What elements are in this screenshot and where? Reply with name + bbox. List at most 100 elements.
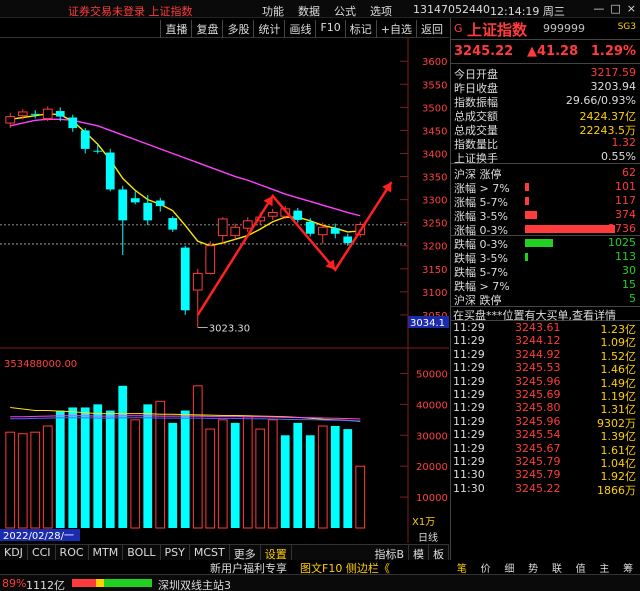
candle-body (330, 228, 340, 234)
volume-bar (267, 419, 278, 529)
tab-linked[interactable]: 联 (552, 560, 562, 575)
close-icon[interactable]: × (627, 2, 636, 15)
price-axis-label: 3450 (422, 126, 447, 137)
f10-button[interactable]: F10 (315, 20, 344, 38)
back-button[interactable]: 返回 (416, 20, 447, 38)
tab-trend[interactable]: 势 (528, 560, 538, 575)
tab-roc[interactable]: ROC (56, 545, 89, 560)
volume-bar (105, 410, 115, 528)
add-watchlist-button[interactable]: +自选 (375, 20, 416, 38)
current-price: 3245.22 (454, 44, 514, 59)
kline-chart[interactable]: 3600 3550 3500 3450 3400 3350 3300 3250 3200 3150… (0, 38, 449, 544)
stat-row: 今日开盘 3217.59 (454, 66, 636, 81)
tab-indicator-b[interactable]: 指标B (370, 545, 409, 561)
tab-more[interactable]: 更多 (230, 545, 261, 561)
tab-price[interactable]: 价 (481, 560, 491, 575)
replay-button[interactable]: 复盘 (191, 20, 222, 38)
tab-psy[interactable]: PSY (161, 545, 190, 560)
tab-kdj[interactable]: KDJ (0, 545, 28, 560)
tick-list: 11:29 3243.61 1.23亿 11:29 3244.12 1.09亿 11:2… (451, 321, 640, 497)
tab-value[interactable]: 值 (576, 560, 586, 575)
volume-axis-label: 50000 (416, 369, 448, 380)
candle-body (130, 198, 140, 203)
tab-settings[interactable]: 设置 (261, 545, 292, 561)
volume-bar (5, 431, 16, 529)
tab-ticks[interactable]: 笔 (457, 560, 467, 575)
big-order-alert[interactable]: 在买盘***位置有大买单,查看详情 (451, 306, 640, 322)
dist-row: 沪深 涨停 62 (454, 166, 636, 181)
candle-body (217, 218, 228, 237)
mark-button[interactable]: 标记 (344, 20, 376, 38)
volume-bar (217, 419, 228, 529)
date-label: 2022/02/28/一 (3, 531, 74, 542)
tab-template[interactable]: 模 (409, 545, 429, 561)
group-flag: G (454, 22, 463, 35)
maximize-icon[interactable]: □ (610, 2, 620, 15)
period-label[interactable]: 日线 (418, 531, 438, 544)
distribution-block: 沪深 涨停 62 涨幅 > 7% 101 涨幅 5-7% 117 涨幅 3-5% 374… (451, 164, 640, 307)
volume-bar (17, 433, 28, 529)
volume-bar (330, 426, 340, 528)
volume-bar (118, 385, 128, 528)
candle-body (118, 189, 128, 221)
tab-mcst[interactable]: MCST (190, 545, 230, 560)
volume-bar (168, 422, 178, 528)
volume-bar (293, 422, 303, 528)
tick-row: 11:29 3245.69 1.19亿 (453, 387, 636, 403)
volume-bar (355, 465, 366, 529)
dist-row: 涨幅 5-7% 117 (454, 194, 636, 209)
volume-axis-label: 10000 (416, 493, 448, 504)
menu-item-function[interactable]: 功能 (262, 3, 284, 19)
quote-header: G 上证指数 999999 SG3 (451, 18, 640, 40)
draw-line-button[interactable]: 画线 (284, 20, 315, 38)
tab-cci[interactable]: CCI (28, 545, 56, 560)
volume-bar (343, 429, 353, 528)
price-axis-label: 3550 (422, 80, 447, 91)
dist-bar (525, 197, 529, 205)
stat-row: 上证换手 0.55% (451, 150, 640, 165)
menu-item-options[interactable]: 选项 (370, 3, 392, 19)
statistics-button[interactable]: 统计 (253, 20, 284, 38)
candle-body (305, 221, 315, 234)
candle-body (155, 200, 165, 207)
candle-body (293, 210, 303, 220)
volume-bar (180, 410, 190, 528)
menu-item-layout[interactable]: 数据 (298, 3, 320, 19)
multi-stock-button[interactable]: 多股 (222, 20, 253, 38)
tab-chips[interactable]: 筹 (623, 560, 633, 575)
tab-main[interactable]: 主 (599, 560, 609, 575)
minimize-icon[interactable]: — (593, 2, 604, 15)
tab-detail[interactable]: 细 (504, 560, 514, 575)
main-menu: 功能 数据 公式 选项 (262, 3, 392, 19)
index-name: 上证指数 (467, 21, 528, 39)
candle-body (55, 111, 65, 117)
tab-board[interactable]: 板 (429, 545, 449, 561)
price-axis-label: 3500 (422, 103, 447, 114)
tick-row: 11:29 3245.96 9302万 (453, 414, 636, 430)
candle-body (17, 111, 28, 117)
volume-bar (155, 400, 166, 529)
tick-row: 11:29 3245.54 1.39亿 (453, 428, 636, 444)
volume-bar (192, 385, 203, 529)
price-axis-label: 3350 (422, 173, 447, 184)
volume-bar (242, 416, 253, 529)
volume-bar (80, 407, 90, 528)
status-bar: 89% 1112亿 深圳双线主站3 (0, 574, 640, 591)
tab-mtm[interactable]: MTM (89, 545, 124, 560)
price-axis-label: 3250 (422, 219, 447, 230)
tick-row: 11:29 3245.79 1.04亿 (453, 454, 636, 470)
quote-panel: G 上证指数 999999 SG3 3245.22 ▲41.28 1.29% 今… (450, 18, 640, 560)
live-button[interactable]: 直播 (160, 20, 191, 38)
volume-bar (68, 407, 78, 528)
dist-row: 沪深 跌停 5 (454, 292, 636, 307)
dist-row: 跌幅 5-7% 30 (454, 264, 636, 279)
tab-boll[interactable]: BOLL (123, 545, 161, 560)
candle-body (105, 152, 115, 190)
menu-item-formula[interactable]: 公式 (334, 3, 356, 19)
candle-body (205, 245, 216, 274)
price-change-pct: 1.29% (590, 44, 636, 59)
price-axis-label: 3300 (422, 196, 447, 207)
account-phone: 13147052440 (413, 3, 490, 16)
title-bar: 证券交易未登录 上证指数 功能 数据 公式 选项 13147052440 12:… (0, 0, 640, 18)
tick-row: 11:30 3245.22 1866万 (453, 481, 636, 497)
